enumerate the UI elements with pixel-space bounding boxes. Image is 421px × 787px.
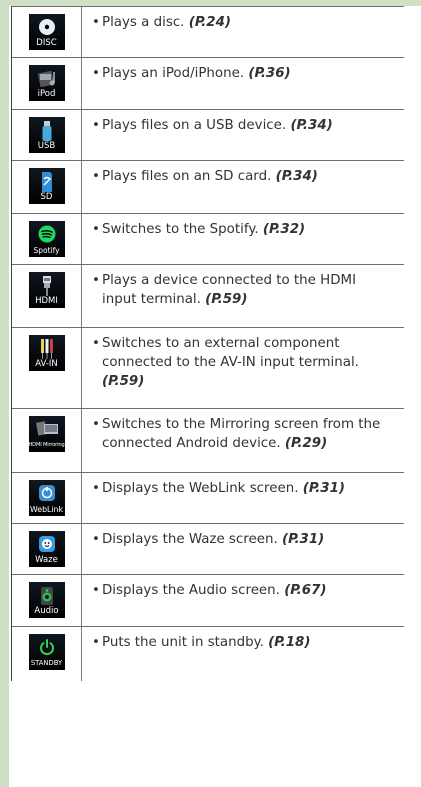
table-row: USB • Plays files on a USB device. (P.34… xyxy=(12,109,404,160)
description-text: Displays the Waze screen. xyxy=(102,532,278,547)
spotify-icon: Spotify xyxy=(28,221,65,257)
description-cell: • Switches to the Mirroring screen from … xyxy=(82,409,404,472)
bullet: • xyxy=(92,273,100,288)
icon-cell: SD xyxy=(12,161,82,213)
table-row: AV-IN • Switches to an external componen… xyxy=(12,327,404,408)
description-text: Switches to the Spotify. xyxy=(102,222,259,237)
page-reference: (P.32) xyxy=(262,222,306,237)
ipod-icon: iPod xyxy=(28,65,65,101)
icon-cell: Spotify xyxy=(12,214,82,264)
page-reference: (P.31) xyxy=(302,481,346,496)
bullet: • xyxy=(92,169,100,184)
description-cell: • Switches to the Spotify. (P.32) xyxy=(82,214,404,264)
table-row: DISC • Plays a disc. (P.24) xyxy=(12,6,404,57)
icon-label: HDMI Mirroring xyxy=(28,442,65,448)
bullet: • xyxy=(92,635,100,650)
description-cell: • Plays an iPod/iPhone. (P.36) xyxy=(82,58,404,109)
description-cell: • Displays the Waze screen. (P.31) xyxy=(82,524,404,574)
disc-icon: DISC xyxy=(28,14,65,50)
description-cell: • Displays the WebLink screen. (P.31) xyxy=(82,473,404,523)
page-side-margin xyxy=(0,0,9,787)
page-reference: (P.31) xyxy=(281,532,325,547)
icon-cell: AV-IN xyxy=(12,328,82,408)
bullet: • xyxy=(92,532,100,547)
hdmi-mirroring-icon: HDMI Mirroring xyxy=(28,416,65,452)
bullet: • xyxy=(92,118,100,133)
icon-label: USB xyxy=(37,141,56,151)
icon-label: DISC xyxy=(36,38,57,48)
table-row: Spotify • Switches to the Spotify. (P.32… xyxy=(12,213,404,264)
icon-label: Spotify xyxy=(33,246,60,255)
description-text: Switches to an external component connec… xyxy=(102,336,359,370)
weblink-icon: WebLink xyxy=(28,480,65,516)
icon-label: iPod xyxy=(37,89,56,99)
description-cell: • Plays a disc. (P.24) xyxy=(82,7,404,57)
sd-card-icon: SD xyxy=(28,168,65,204)
icon-label: STANDBY xyxy=(30,659,63,667)
description-text: Switches to the Mirroring screen from th… xyxy=(102,417,381,451)
waze-icon: Waze xyxy=(28,531,65,567)
page-reference: (P.24) xyxy=(188,15,232,30)
bullet: • xyxy=(92,66,100,81)
icon-cell: HDMI Mirroring xyxy=(12,409,82,472)
bullet: • xyxy=(92,417,100,432)
table-row: STANDBY • Puts the unit in standby. (P.1… xyxy=(12,626,404,681)
icon-cell: WebLink xyxy=(12,473,82,523)
manual-page: DISC • Plays a disc. (P.24) iPod • Plays… xyxy=(0,0,421,787)
description-text: Plays an iPod/iPhone. xyxy=(102,66,245,81)
bullet: • xyxy=(92,583,100,598)
hdmi-icon: HDMI xyxy=(28,272,65,308)
av-in-icon: AV-IN xyxy=(28,335,65,371)
icon-cell: Waze xyxy=(12,524,82,574)
standby-icon: STANDBY xyxy=(28,634,65,670)
table-row: Audio • Displays the Audio screen. (P.67… xyxy=(12,574,404,626)
icon-cell: iPod xyxy=(12,58,82,109)
page-reference: (P.34) xyxy=(290,118,333,133)
page-reference: (P.34) xyxy=(275,169,318,184)
icon-cell: DISC xyxy=(12,7,82,57)
description-text: Displays the Audio screen. xyxy=(102,583,280,598)
icon-label: Waze xyxy=(35,555,58,565)
description-text: Plays files on an SD card. xyxy=(102,169,272,184)
icon-label: SD xyxy=(40,192,53,202)
description-cell: • Plays files on a USB device. (P.34) xyxy=(82,110,404,160)
page-reference: (P.18) xyxy=(268,635,311,650)
page-reference: (P.67) xyxy=(284,583,327,598)
page-reference: (P.59) xyxy=(205,292,248,307)
icon-cell: Audio xyxy=(12,575,82,626)
table-row: WebLink • Displays the WebLink screen. (… xyxy=(12,472,404,523)
icon-cell: HDMI xyxy=(12,265,82,327)
icon-cell: USB xyxy=(12,110,82,160)
description-text: Puts the unit in standby. xyxy=(102,635,264,650)
icon-cell: STANDBY xyxy=(12,627,82,681)
table-row: SD • Plays files on an SD card. (P.34) xyxy=(12,160,404,213)
description-cell: • Displays the Audio screen. (P.67) xyxy=(82,575,404,626)
bullet: • xyxy=(92,336,100,351)
page-reference: (P.59) xyxy=(102,374,145,389)
description-text: Plays files on a USB device. xyxy=(102,118,287,133)
page-reference: (P.29) xyxy=(284,436,328,451)
description-text: Plays a disc. xyxy=(102,15,185,30)
description-cell: • Puts the unit in standby. (P.18) xyxy=(82,627,404,681)
icon-label: Audio xyxy=(34,606,59,616)
table-row: HDMI Mirroring • Switches to the Mirrori… xyxy=(12,408,404,472)
source-icon-table: DISC • Plays a disc. (P.24) iPod • Plays… xyxy=(11,6,404,681)
icon-label: WebLink xyxy=(30,505,63,514)
bullet: • xyxy=(92,222,100,237)
table-row: Waze • Displays the Waze screen. (P.31) xyxy=(12,523,404,574)
bullet: • xyxy=(92,15,100,30)
table-row: iPod • Plays an iPod/iPhone. (P.36) xyxy=(12,57,404,109)
table-row: HDMI • Plays a device connected to the H… xyxy=(12,264,404,327)
usb-icon: USB xyxy=(28,117,65,153)
icon-label: HDMI xyxy=(35,296,58,306)
description-cell: • Switches to an external component conn… xyxy=(82,328,404,408)
icon-label: AV-IN xyxy=(35,359,58,369)
description-cell: • Plays a device connected to the HDMI i… xyxy=(82,265,404,327)
description-text: Displays the WebLink screen. xyxy=(102,481,299,496)
bullet: • xyxy=(92,481,100,496)
description-cell: • Plays files on an SD card. (P.34) xyxy=(82,161,404,213)
page-reference: (P.36) xyxy=(248,66,291,81)
audio-icon: Audio xyxy=(28,582,65,618)
